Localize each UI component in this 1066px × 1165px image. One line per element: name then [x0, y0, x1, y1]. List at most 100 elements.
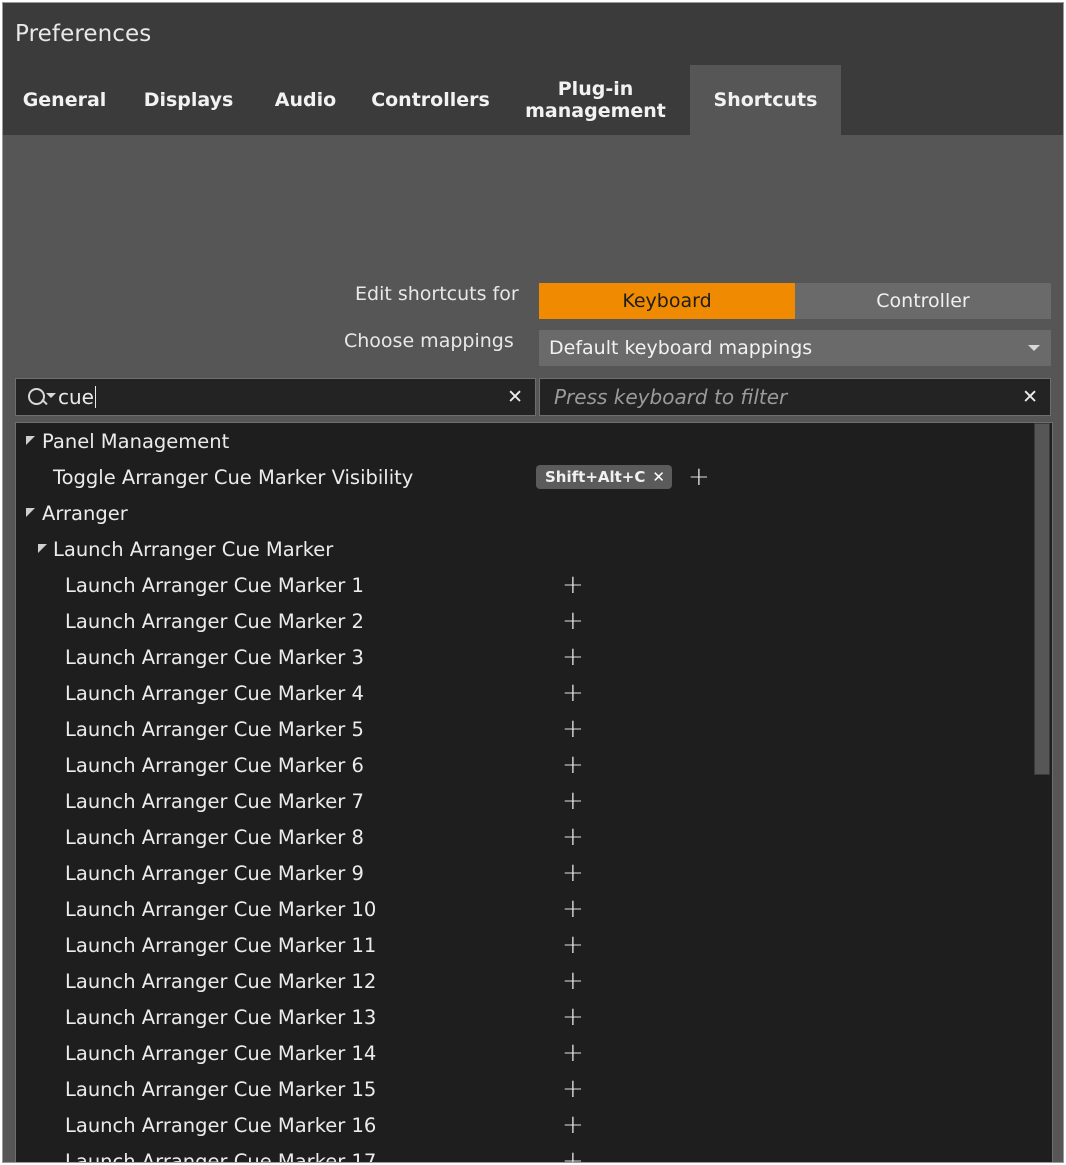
- shortcut-binding-area: +: [562, 855, 584, 891]
- shortcut-action-label: Launch Arranger Cue Marker 7: [65, 789, 364, 813]
- keyboard-filter-clear-button[interactable]: ✕: [1022, 387, 1038, 407]
- table-row[interactable]: Launch Arranger Cue Marker 4 +: [16, 675, 1032, 711]
- add-binding-button[interactable]: +: [562, 716, 584, 742]
- add-binding-button[interactable]: +: [562, 860, 584, 886]
- shortcut-binding-area: +: [562, 675, 584, 711]
- table-row[interactable]: Launch Arranger Cue Marker 15 +: [16, 1071, 1032, 1107]
- table-row[interactable]: Launch Arranger Cue Marker 16 +: [16, 1107, 1032, 1143]
- keyboard-filter-input[interactable]: Press keyboard to filter ✕: [539, 378, 1051, 416]
- page-title: Preferences: [15, 21, 152, 47]
- window-titlebar: Preferences: [3, 3, 1063, 65]
- expand-triangle-icon[interactable]: [26, 436, 35, 445]
- edit-shortcuts-label: Edit shortcuts for: [355, 283, 519, 305]
- list-scrollbar[interactable]: [1032, 423, 1052, 1162]
- shortcut-binding-area: +: [562, 1071, 584, 1107]
- shortcut-binding-area: Shift+Alt+C ✕ +: [536, 459, 710, 495]
- shortcut-binding-area: +: [562, 1035, 584, 1071]
- table-row[interactable]: Launch Arranger Cue Marker 2 +: [16, 603, 1032, 639]
- table-row[interactable]: Panel Management: [16, 423, 1032, 459]
- tab-label: Shortcuts: [713, 88, 818, 111]
- table-row[interactable]: Launch Arranger Cue Marker 10 +: [16, 891, 1032, 927]
- shortcut-action-label: Launch Arranger Cue Marker: [53, 537, 334, 561]
- add-binding-button[interactable]: +: [562, 608, 584, 634]
- search-options-caret-icon[interactable]: [46, 393, 56, 398]
- shortcut-action-label: Launch Arranger Cue Marker 2: [65, 609, 364, 633]
- table-row[interactable]: Launch Arranger Cue Marker 11 +: [16, 927, 1032, 963]
- shortcut-action-label: Launch Arranger Cue Marker 12: [65, 969, 377, 993]
- add-binding-button[interactable]: +: [562, 1148, 584, 1162]
- add-binding-button[interactable]: +: [562, 824, 584, 850]
- tab-audio[interactable]: Audio: [251, 65, 360, 135]
- table-row[interactable]: Launch Arranger Cue Marker 6 +: [16, 747, 1032, 783]
- shortcut-action-label: Launch Arranger Cue Marker 17: [65, 1149, 377, 1163]
- segment-controller[interactable]: Controller: [795, 283, 1051, 319]
- table-row[interactable]: Toggle Arranger Cue Marker Visibility Shi…: [16, 459, 1032, 495]
- expand-triangle-icon[interactable]: [38, 544, 47, 553]
- table-row[interactable]: Launch Arranger Cue Marker 8 +: [16, 819, 1032, 855]
- add-binding-button[interactable]: +: [562, 896, 584, 922]
- shortcut-binding-area: +: [562, 963, 584, 999]
- shortcut-action-label: Launch Arranger Cue Marker 10: [65, 897, 377, 921]
- table-row[interactable]: Launch Arranger Cue Marker 7 +: [16, 783, 1032, 819]
- edit-shortcuts-row: Edit shortcuts for: [355, 283, 519, 305]
- remove-binding-icon[interactable]: ✕: [652, 469, 665, 485]
- shortcut-action-label: Launch Arranger Cue Marker 14: [65, 1041, 377, 1065]
- tab-label: Audio: [274, 88, 337, 111]
- shortcut-binding-area: +: [562, 567, 584, 603]
- add-binding-button[interactable]: +: [562, 572, 584, 598]
- mappings-dropdown[interactable]: Default keyboard mappings: [539, 330, 1051, 366]
- search-input[interactable]: cue ✕: [15, 378, 536, 416]
- tab-general[interactable]: General: [3, 65, 126, 135]
- add-binding-button[interactable]: +: [562, 680, 584, 706]
- add-binding-button[interactable]: +: [562, 932, 584, 958]
- tab-plug-in-management[interactable]: Plug-in management: [501, 65, 690, 135]
- table-row[interactable]: Launch Arranger Cue Marker 17 +: [16, 1143, 1032, 1163]
- shortcut-binding-area: +: [562, 1107, 584, 1143]
- add-binding-button[interactable]: +: [688, 464, 710, 490]
- add-binding-button[interactable]: +: [562, 1004, 584, 1030]
- table-row[interactable]: Launch Arranger Cue Marker 3 +: [16, 639, 1032, 675]
- shortcut-binding-area: +: [562, 603, 584, 639]
- table-row[interactable]: Launch Arranger Cue Marker 13 +: [16, 999, 1032, 1035]
- shortcut-action-label: Launch Arranger Cue Marker 16: [65, 1113, 377, 1137]
- shortcut-action-label: Launch Arranger Cue Marker 1: [65, 573, 364, 597]
- tab-displays[interactable]: Displays: [126, 65, 251, 135]
- add-binding-button[interactable]: +: [562, 1112, 584, 1138]
- shortcut-binding-text: Shift+Alt+C: [545, 468, 646, 486]
- table-row[interactable]: Launch Arranger Cue Marker 9 +: [16, 855, 1032, 891]
- table-row[interactable]: Launch Arranger Cue Marker: [16, 531, 1032, 567]
- shortcut-action-label: Launch Arranger Cue Marker 15: [65, 1077, 377, 1101]
- shortcut-action-label: Toggle Arranger Cue Marker Visibility: [53, 465, 414, 489]
- add-binding-button[interactable]: +: [562, 644, 584, 670]
- table-row[interactable]: Launch Arranger Cue Marker 12 +: [16, 963, 1032, 999]
- preferences-body: Edit shortcuts for Keyboard Controller C…: [3, 135, 1063, 1163]
- table-row[interactable]: Launch Arranger Cue Marker 5 +: [16, 711, 1032, 747]
- shortcut-action-label: Arranger: [42, 501, 128, 525]
- add-binding-button[interactable]: +: [562, 1040, 584, 1066]
- edit-target-segmented-control: Keyboard Controller: [539, 283, 1051, 319]
- shortcut-action-label: Launch Arranger Cue Marker 8: [65, 825, 364, 849]
- table-row[interactable]: Arranger: [16, 495, 1032, 531]
- shortcuts-list-rows: Panel Management Toggle Arranger Cue Mark…: [16, 423, 1032, 1163]
- expand-triangle-icon[interactable]: [26, 508, 35, 517]
- search-clear-button[interactable]: ✕: [507, 387, 523, 407]
- add-binding-button[interactable]: +: [562, 752, 584, 778]
- shortcut-action-label: Panel Management: [42, 429, 230, 453]
- shortcut-binding-chip[interactable]: Shift+Alt+C ✕: [536, 465, 672, 489]
- add-binding-button[interactable]: +: [562, 1076, 584, 1102]
- add-binding-button[interactable]: +: [562, 968, 584, 994]
- shortcut-action-label: Launch Arranger Cue Marker 5: [65, 717, 364, 741]
- tab-controllers[interactable]: Controllers: [360, 65, 501, 135]
- tab-shortcuts[interactable]: Shortcuts: [690, 65, 841, 135]
- shortcuts-list: Panel Management Toggle Arranger Cue Mark…: [15, 422, 1053, 1163]
- segment-keyboard[interactable]: Keyboard: [539, 283, 795, 319]
- search-icon[interactable]: [28, 386, 58, 408]
- table-row[interactable]: Launch Arranger Cue Marker 14 +: [16, 1035, 1032, 1071]
- tab-label: Controllers: [371, 88, 490, 111]
- list-scrollbar-thumb[interactable]: [1034, 423, 1050, 775]
- tab-label: Plug-in management: [525, 77, 666, 122]
- choose-mappings-row: Choose mappings: [344, 330, 514, 352]
- tab-label: General: [22, 88, 107, 111]
- table-row[interactable]: Launch Arranger Cue Marker 1 +: [16, 567, 1032, 603]
- add-binding-button[interactable]: +: [562, 788, 584, 814]
